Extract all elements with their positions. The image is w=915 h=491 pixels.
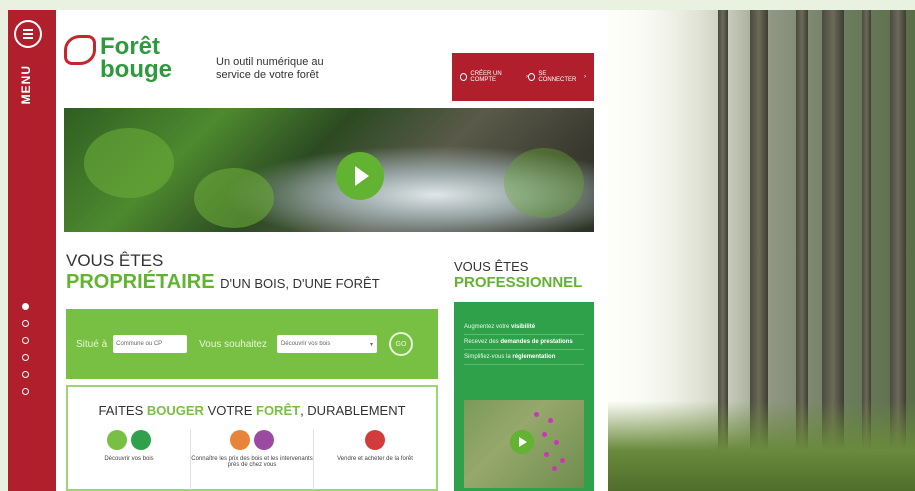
price-icon (230, 430, 250, 450)
create-account-button[interactable]: CRÉER UN COMPTE › (460, 71, 528, 83)
pro-heading-line1: VOUS ÊTES (454, 259, 529, 274)
logo[interactable]: Forêt bouge (64, 35, 172, 82)
menu-icon[interactable] (14, 20, 42, 48)
logo-mark-icon (64, 35, 96, 65)
tree-icon (107, 430, 127, 450)
section-dot-6[interactable] (22, 388, 29, 395)
intent-select-value: Découvrir vos bois (280, 341, 331, 347)
play-icon[interactable] (510, 430, 534, 454)
section-dot-2[interactable] (22, 320, 29, 327)
section-dot-1[interactable] (22, 303, 29, 310)
login-label: SE CONNECTER (538, 71, 577, 83)
account-bar: CRÉER UN COMPTE › SE CONNECTER › (452, 53, 594, 101)
section-dot-4[interactable] (22, 354, 29, 361)
actions-card: FAITES BOUGER VOTRE FORÊT, DURABLEMENT D… (66, 385, 438, 491)
search-band: Situé à Commune ou CP Vous souhaitez Déc… (66, 309, 438, 379)
owner-heading-rest: D'UN BOIS, D'UNE FORÊT (220, 276, 380, 291)
souhaitez-label: Vous souhaitez (199, 338, 267, 350)
sidebar: MENU (8, 10, 56, 491)
chevron-down-icon: ▾ (369, 341, 373, 348)
pro-item[interactable]: Recevez des demandes de prestations (464, 335, 584, 350)
pro-panel: Augmentez votre visibilité Recevez des d… (454, 302, 594, 491)
tagline: Un outil numérique au service de votre f… (216, 56, 324, 81)
map-pin-icon (544, 452, 549, 457)
website-screenshot: MENU Forêt bouge Un outil numérique au s… (8, 10, 608, 491)
owner-heading-line1: VOUS ÊTES (66, 251, 164, 270)
owner-heading-highlight: PROPRIÉTAIRE (66, 271, 215, 293)
commune-input[interactable]: Commune ou CP (113, 335, 188, 353)
location-icon (365, 430, 385, 450)
pro-map-video[interactable] (464, 400, 584, 488)
pro-heading-highlight: PROFESSIONNEL (454, 274, 583, 291)
action-sell-buy[interactable]: Vendre et acheter de la forêt (314, 430, 436, 490)
section-dot-5[interactable] (22, 371, 29, 378)
map-pin-icon (554, 440, 559, 445)
play-icon[interactable] (336, 152, 384, 200)
forest-floor (600, 401, 915, 491)
user-icon (460, 73, 468, 81)
section-dots (22, 303, 29, 405)
pro-item[interactable]: Simplifiez-vous la réglementation (464, 350, 584, 365)
situe-label: Situé à (76, 338, 108, 350)
map-pin-icon (534, 412, 539, 417)
map-pin-icon (560, 458, 565, 463)
hero-video[interactable] (64, 108, 594, 232)
map-pin-icon (542, 432, 547, 437)
action-discover[interactable]: Découvrir vos bois (68, 430, 191, 490)
map-pin-icon (548, 418, 553, 423)
map-pin-icon (552, 466, 557, 471)
action-prices[interactable]: Connaître les prix des bois et les inter… (191, 430, 314, 490)
download-icon (131, 430, 151, 450)
create-account-label: CRÉER UN COMPTE (470, 71, 502, 83)
intent-select[interactable]: Découvrir vos bois ▾ (276, 335, 377, 353)
logo-text-bottom: bouge (100, 56, 172, 83)
login-button[interactable]: SE CONNECTER › (528, 71, 586, 83)
menu-label[interactable]: MENU (19, 65, 33, 104)
section-dot-3[interactable] (22, 337, 29, 344)
owner-heading: VOUS ÊTES PROPRIÉTAIRE D'UN BOIS, D'UNE … (66, 251, 380, 294)
pro-heading: VOUS ÊTES PROFESSIONNEL (454, 259, 582, 291)
power-icon (528, 73, 536, 81)
people-icon (254, 430, 274, 450)
forest-background-photo (600, 10, 915, 491)
pro-item[interactable]: Augmentez votre visibilité (464, 320, 584, 335)
go-button[interactable]: GO (388, 332, 413, 356)
actions-title: FAITES BOUGER VOTRE FORÊT, DURABLEMENT (98, 403, 406, 418)
